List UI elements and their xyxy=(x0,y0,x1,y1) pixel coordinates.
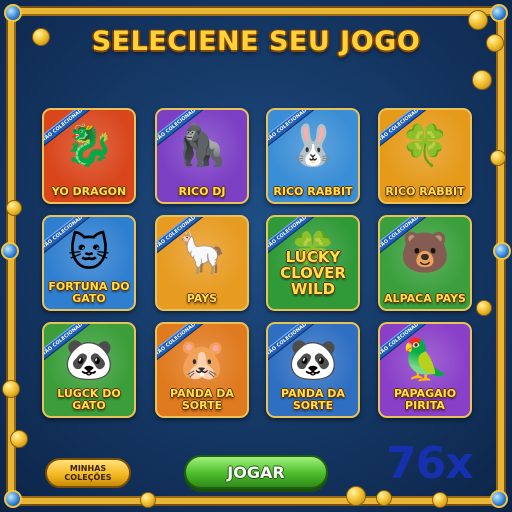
rabbit-icon: 🐰 xyxy=(288,123,338,169)
gem-bottom-right xyxy=(490,490,508,508)
game-card[interactable]: 🍀 ARTÃO COLECIONADOR RICO RABBIT xyxy=(378,108,472,204)
dragon-icon: 🐉 xyxy=(64,123,114,169)
gem-side-right xyxy=(493,242,511,260)
parrot-icon: 🦜 xyxy=(400,337,450,383)
coin-decoration xyxy=(472,70,492,90)
game-card[interactable]: 🐼 ARTÃO COLECIONADOR LUGCK DO GATO xyxy=(42,322,136,418)
game-card-title: LUGCK DO GATO xyxy=(57,387,121,412)
game-card[interactable]: 🐼 ARTÃO COLECIONADOR PANDA DA SORTE xyxy=(266,322,360,418)
game-card-title: ALPACA PAYS xyxy=(384,292,466,305)
my-collections-label-line2: COLEÇÕES xyxy=(64,473,112,482)
game-card-title: PAPAGAIO PIRITA xyxy=(393,387,457,412)
coin-decoration xyxy=(376,490,392,506)
game-card[interactable]: 🦍 ARTÃO COLECIONADOR RICO DJ xyxy=(155,108,249,204)
play-button-label: JOGAR xyxy=(227,462,285,482)
coin-decoration xyxy=(2,380,20,398)
coin-decoration xyxy=(6,200,22,216)
game-card[interactable]: 🍀 ARTÃO COLECIONADOR LUCKY CLOVER WILD xyxy=(266,215,360,311)
game-card-title: PAYS xyxy=(186,292,218,305)
gem-side-left xyxy=(1,242,19,260)
game-card[interactable]: 🐰 ARTÃO COLECIONADOR RICO RABBIT xyxy=(266,108,360,204)
pirate-panda-icon: 🐼 xyxy=(288,337,338,383)
coin-decoration xyxy=(346,486,366,506)
gem-top-right xyxy=(490,4,508,22)
cat-icon: 🐱 xyxy=(68,230,110,276)
game-card-title: FORTUNA DO GATO xyxy=(48,280,130,305)
coin-decoration xyxy=(10,430,28,448)
game-select-screen: SELECIENE SEU JOGO 🐉 ARTÃO COLECIONADOR YO… xyxy=(0,0,512,512)
game-card[interactable]: 🐹 ARTÃO COLECIONADOR PANDA DA SORTE xyxy=(155,322,249,418)
game-card-title: PANDA DA SORTE xyxy=(281,387,345,412)
game-card-title: RICO RABBIT xyxy=(385,185,465,198)
game-card-title: PANDA DA SORTE xyxy=(170,387,234,412)
play-button[interactable]: JOGAR xyxy=(184,455,328,489)
panda-icon: 🐼 xyxy=(64,337,114,383)
gorilla-dj-icon: 🦍 xyxy=(177,123,227,169)
game-card-title: RICO DJ xyxy=(178,185,226,198)
game-card-title: RICO RABBIT xyxy=(273,185,353,198)
game-card[interactable]: 🐱 ARTÃO COLECIONADOR FORTUNA DO GATO xyxy=(42,215,136,311)
my-collections-button[interactable]: MINHAS COLEÇÕES xyxy=(45,458,131,488)
game-card[interactable]: 🦙 ARTÃO COLECIONADOR PAYS xyxy=(155,215,249,311)
page-title: SELECIENE SEU JOGO xyxy=(91,26,421,57)
my-collections-label-line1: MINHAS xyxy=(69,464,107,473)
game-card-title: LUCKY CLOVER WILD xyxy=(280,248,346,298)
coin-decoration xyxy=(490,150,506,166)
bear-icon: 🐻 xyxy=(400,230,450,276)
game-card[interactable]: 🐉 ARTÃO COLECIONADOR YO DRAGON xyxy=(42,108,136,204)
gem-top-left xyxy=(4,4,22,22)
clover-icon: 🍀 xyxy=(400,123,450,169)
multiplier-badge: 76x xyxy=(386,438,474,489)
coin-decoration xyxy=(140,492,156,508)
coin-decoration xyxy=(432,492,448,508)
game-card[interactable]: 🦜 ARTÃO COLECIONADOR PAPAGAIO PIRITA xyxy=(378,322,472,418)
coin-decoration xyxy=(476,300,492,316)
game-grid: 🐉 ARTÃO COLECIONADOR YO DRAGON 🦍 ARTÃO COLEC… xyxy=(42,108,474,418)
alpaca-icon: 🦙 xyxy=(177,230,227,276)
game-card-title: YO DRAGON xyxy=(51,185,127,198)
capybara-icon: 🐹 xyxy=(177,337,227,383)
game-card[interactable]: 🐻 ARTÃO COLECIONADOR ALPACA PAYS xyxy=(378,215,472,311)
gem-bottom-left xyxy=(4,490,22,508)
